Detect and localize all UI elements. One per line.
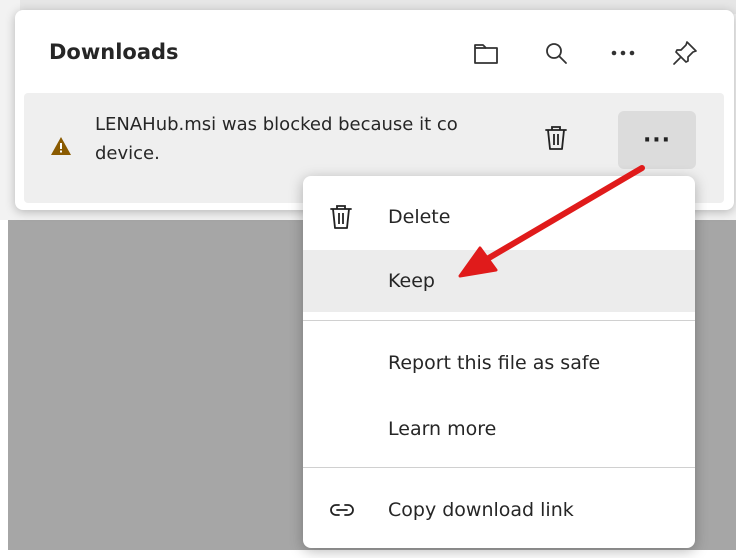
download-message-line2: device. — [95, 143, 160, 164]
menu-item-label: Keep — [388, 270, 435, 292]
download-message-line1: LENAHub.msi was blocked because it co — [95, 114, 458, 135]
more-icon — [611, 50, 635, 56]
menu-separator — [303, 320, 695, 321]
pin-downloads-button[interactable] — [666, 34, 704, 72]
menu-item-label: Learn more — [388, 418, 497, 440]
menu-separator — [303, 467, 695, 468]
open-downloads-folder-button[interactable] — [467, 34, 505, 72]
menu-item-label: Report this file as safe — [388, 352, 601, 374]
folder-icon — [474, 44, 498, 64]
menu-item-label: Copy download link — [388, 499, 574, 521]
menu-item-keep[interactable]: Keep — [303, 250, 695, 312]
menu-item-label: Delete — [388, 206, 451, 228]
more-options-button[interactable] — [604, 34, 642, 72]
menu-item-copy-link[interactable]: Copy download link — [303, 479, 695, 541]
link-icon — [330, 504, 354, 516]
menu-item-learn-more[interactable]: Learn more — [303, 398, 695, 460]
trash-icon — [330, 205, 352, 229]
trash-icon — [545, 126, 567, 150]
menu-item-report-safe[interactable]: Report this file as safe — [303, 332, 695, 394]
download-more-actions-button[interactable]: ··· — [618, 111, 696, 169]
download-context-menu: Delete Keep Report this file as safe Lea… — [303, 176, 695, 548]
menu-item-delete[interactable]: Delete — [303, 186, 695, 248]
search-downloads-button[interactable] — [537, 34, 575, 72]
download-status-message: LENAHub.msi was blocked because it co de… — [95, 110, 515, 168]
downloads-title: Downloads — [49, 40, 179, 64]
search-icon — [546, 43, 567, 64]
warning-icon — [51, 137, 71, 155]
delete-download-button[interactable] — [536, 117, 576, 159]
pin-icon — [673, 41, 697, 65]
